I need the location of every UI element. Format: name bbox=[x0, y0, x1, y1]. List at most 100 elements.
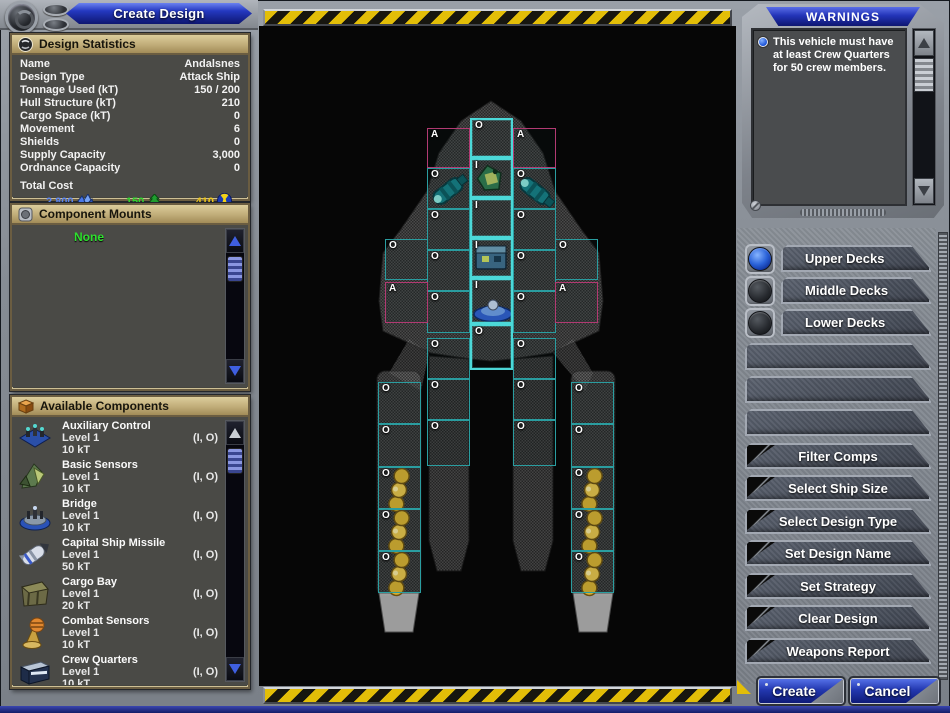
components-scroll-up-button[interactable] bbox=[226, 421, 244, 445]
component-name: Combat Sensors bbox=[62, 615, 149, 627]
design-slot-a[interactable]: A bbox=[513, 128, 556, 168]
design-slot-o[interactable]: O bbox=[555, 239, 598, 280]
components-scrollbar bbox=[225, 420, 245, 682]
create-button[interactable]: Create bbox=[758, 678, 844, 704]
weapons-report-button[interactable]: Weapons Report bbox=[745, 638, 931, 664]
set-design-name-button[interactable]: Set Design Name bbox=[745, 540, 931, 566]
window-control-button-2[interactable] bbox=[43, 18, 69, 31]
design-slot-o[interactable]: O bbox=[427, 379, 470, 420]
component-item-combat-sensors[interactable]: Combat SensorsLevel 110 kT(I, O) bbox=[14, 614, 226, 653]
design-slot-i[interactable]: I bbox=[470, 158, 513, 198]
upper-decks-button[interactable]: Upper Decks bbox=[781, 245, 931, 272]
design-statistics-panel: Design Statistics NameAndalsnesDesign Ty… bbox=[10, 33, 250, 201]
middle-decks-radio[interactable] bbox=[748, 279, 772, 303]
design-slot-o[interactable]: O bbox=[470, 324, 513, 370]
design-slot-i[interactable]: I bbox=[470, 278, 513, 324]
middle-decks-button[interactable]: Middle Decks bbox=[781, 277, 931, 304]
design-slot-o[interactable]: O bbox=[513, 209, 556, 250]
component-item-basic-sensors[interactable]: Basic SensorsLevel 110 kT(I, O) bbox=[14, 458, 226, 497]
stat-row-hull-structure-kt: Hull Structure (kT)210 bbox=[20, 97, 240, 110]
design-slot-o[interactable]: O bbox=[513, 250, 556, 291]
slot-letter: O bbox=[575, 510, 583, 521]
mounts-scroll-slider[interactable] bbox=[227, 256, 243, 282]
combat-sensors-icon bbox=[16, 616, 54, 650]
ship-design-canvas: OIIIIOAAOOOOOOOOOOAAOOOOOOOOOOOOOOOO bbox=[259, 26, 736, 686]
design-slot-o[interactable]: O bbox=[427, 291, 470, 333]
slot-letter: I bbox=[475, 200, 478, 211]
mounts-scroll-down-button[interactable] bbox=[226, 359, 244, 383]
component-size: 10 kT bbox=[62, 444, 90, 456]
design-slot-a[interactable]: A bbox=[427, 128, 470, 168]
component-item-capital-ship-missile[interactable]: Capital Ship MissileLevel 150 kT(I, O) bbox=[14, 536, 226, 575]
stat-label: Design Type bbox=[20, 71, 85, 84]
design-slot-o[interactable]: O bbox=[571, 424, 614, 467]
upper-decks-radio[interactable] bbox=[748, 247, 772, 271]
set-strategy-button[interactable]: Set Strategy bbox=[745, 573, 931, 599]
design-slot-o[interactable]: O bbox=[571, 509, 614, 551]
design-slot-o[interactable]: O bbox=[513, 420, 556, 466]
warnings-scroll-slider[interactable] bbox=[914, 58, 934, 92]
design-slot-o[interactable]: O bbox=[378, 382, 421, 424]
design-slot-o[interactable]: O bbox=[571, 467, 614, 509]
component-mounts-panel: Component Mounts None bbox=[10, 203, 250, 391]
warnings-scroll-up-button[interactable] bbox=[914, 30, 934, 56]
design-slot-o[interactable]: O bbox=[513, 291, 556, 333]
slot-letter: O bbox=[382, 383, 390, 394]
component-item-auxiliary-control[interactable]: Auxiliary ControlLevel 110 kT(I, O) bbox=[14, 419, 226, 458]
warnings-scroll-down-button[interactable] bbox=[914, 178, 934, 204]
hazard-stripe-top bbox=[263, 9, 732, 26]
window-control-button-1[interactable] bbox=[43, 3, 69, 16]
cancel-button[interactable]: Cancel bbox=[850, 678, 939, 704]
slot-letter: A bbox=[389, 283, 396, 294]
design-slot-o[interactable]: O bbox=[571, 551, 614, 593]
design-slot-i[interactable]: I bbox=[470, 198, 513, 238]
set-strategy-label: Set Strategy bbox=[800, 579, 876, 594]
design-slot-o[interactable]: O bbox=[513, 379, 556, 420]
stat-label: Cargo Space (kT) bbox=[20, 110, 110, 123]
mounts-scroll-up-button[interactable] bbox=[226, 229, 244, 253]
component-mounts-list[interactable]: None bbox=[12, 225, 248, 387]
components-scroll-down-button[interactable] bbox=[226, 657, 244, 681]
design-slot-o[interactable]: O bbox=[378, 467, 421, 509]
design-slot-o[interactable]: O bbox=[427, 168, 470, 209]
design-slot-a[interactable]: A bbox=[555, 282, 598, 323]
components-scroll-slider[interactable] bbox=[227, 448, 243, 474]
design-slot-o[interactable]: O bbox=[571, 382, 614, 424]
design-slot-o[interactable]: O bbox=[378, 424, 421, 467]
design-slot-o[interactable]: O bbox=[513, 168, 556, 209]
design-slot-o[interactable]: O bbox=[427, 420, 470, 466]
button-pip bbox=[765, 683, 768, 686]
menu-orb-button[interactable] bbox=[5, 1, 38, 34]
right-edge-ridge bbox=[938, 232, 948, 680]
design-slot-i[interactable]: I bbox=[470, 238, 513, 278]
button-pip bbox=[857, 683, 860, 686]
slot-letter: O bbox=[575, 425, 583, 436]
lower-decks-radio[interactable] bbox=[748, 311, 772, 335]
design-slot-o[interactable]: O bbox=[427, 250, 470, 291]
lower-decks-button[interactable]: Lower Decks bbox=[781, 309, 931, 336]
component-mounts-header: Component Mounts bbox=[12, 205, 248, 225]
design-slot-o[interactable]: O bbox=[470, 118, 513, 158]
button-notch bbox=[747, 510, 775, 530]
component-item-crew-quarters[interactable]: Crew QuartersLevel 110 kT(I, O) bbox=[14, 653, 226, 685]
select-ship-size-button[interactable]: Select Ship Size bbox=[745, 475, 931, 501]
design-slot-a[interactable]: A bbox=[385, 282, 428, 323]
slot-letter: O bbox=[475, 120, 483, 131]
grip-ridges bbox=[800, 209, 886, 216]
filter-comps-button[interactable]: Filter Comps bbox=[745, 443, 931, 469]
component-level: Level 1 bbox=[62, 471, 99, 483]
select-design-type-button[interactable]: Select Design Type bbox=[745, 508, 931, 534]
design-slot-o[interactable]: O bbox=[513, 338, 556, 379]
design-slot-o[interactable]: O bbox=[427, 338, 470, 379]
design-slot-o[interactable]: O bbox=[378, 509, 421, 551]
design-slot-o[interactable]: O bbox=[385, 239, 428, 280]
clear-design-button[interactable]: Clear Design bbox=[745, 605, 931, 631]
component-item-cargo-bay[interactable]: Cargo BayLevel 120 kT(I, O) bbox=[14, 575, 226, 614]
design-slot-o[interactable]: O bbox=[378, 551, 421, 593]
component-item-bridge[interactable]: BridgeLevel 110 kT(I, O) bbox=[14, 497, 226, 536]
slot-letter: O bbox=[517, 210, 525, 221]
set-design-name-label: Set Design Name bbox=[785, 546, 891, 561]
design-slot-o[interactable]: O bbox=[427, 209, 470, 250]
mounts-icon bbox=[18, 207, 33, 222]
available-components-panel: Available Components Auxiliary ControlLe… bbox=[10, 395, 250, 689]
